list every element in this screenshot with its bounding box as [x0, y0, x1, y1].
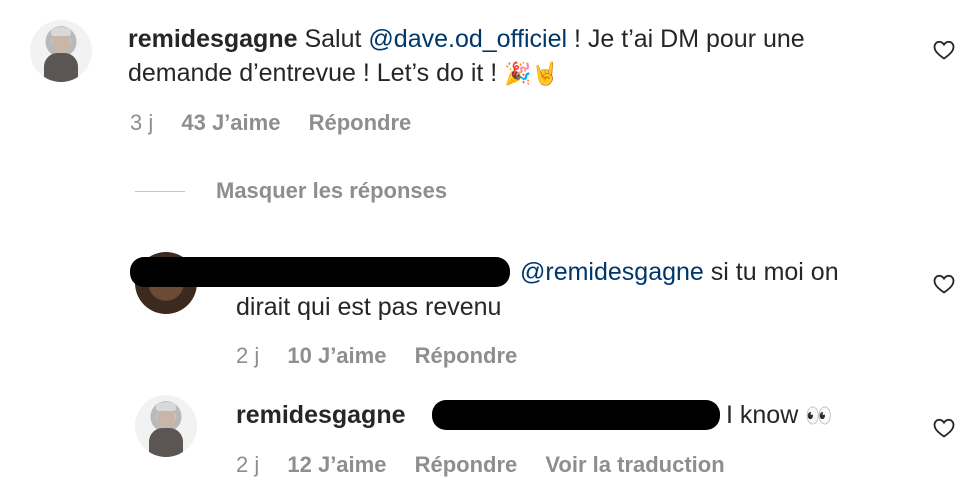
reply1-text-end: si tu moi on: [703, 258, 839, 286]
reply2-line-1: remidesgagne: [236, 398, 406, 432]
comment-username[interactable]: remidesgagne: [128, 25, 298, 53]
avatar[interactable]: [30, 20, 92, 82]
reply2-emoji: 👀: [805, 403, 833, 428]
redacted-mention: [432, 400, 720, 430]
reply2-username[interactable]: remidesgagne: [236, 401, 406, 429]
reply1-meta: 2 j 10 J’aime Répondre: [236, 343, 539, 369]
comment-line-1: remidesgagne Salut @dave.od_officiel ! J…: [128, 22, 805, 56]
comment-text-start: Salut: [304, 25, 369, 53]
redacted-username: [130, 257, 510, 287]
comment-mention[interactable]: @dave.od_officiel: [368, 25, 567, 53]
reply1-mention[interactable]: @remidesgagne: [520, 258, 704, 286]
comment-line-2: demande d’entrevue ! Let’s do it ! 🎉🤘: [128, 56, 559, 91]
comment-text-line2: demande d’entrevue ! Let’s do it !: [128, 59, 505, 87]
comment-meta: 3 j 43 J’aime Répondre: [130, 110, 433, 136]
heart-outline-icon[interactable]: [932, 416, 956, 440]
avatar[interactable]: [135, 395, 197, 457]
reply2-translate-button[interactable]: Voir la traduction: [545, 452, 724, 477]
reply2-text-wrap: I know 👀: [726, 398, 833, 433]
hide-replies-button[interactable]: Masquer les réponses: [216, 178, 447, 204]
reply1-line-2: dirait qui est pas revenu: [236, 290, 501, 324]
reply1-likes[interactable]: 10 J’aime: [287, 343, 386, 368]
reply2-reply-button[interactable]: Répondre: [415, 452, 518, 477]
replies-divider: [135, 191, 185, 192]
reply1-time[interactable]: 2 j: [236, 343, 259, 368]
heart-outline-icon[interactable]: [932, 38, 956, 62]
comment-emojis: 🎉🤘: [504, 61, 559, 86]
reply1-reply-button[interactable]: Répondre: [415, 343, 518, 368]
comment-likes[interactable]: 43 J’aime: [181, 110, 280, 135]
reply1-text-line2: dirait qui est pas revenu: [236, 293, 502, 321]
comment-time[interactable]: 3 j: [130, 110, 153, 135]
reply2-time[interactable]: 2 j: [236, 452, 259, 477]
comment-reply-button[interactable]: Répondre: [309, 110, 412, 135]
heart-outline-icon[interactable]: [932, 272, 956, 296]
reply1-line-1: @remidesgagne si tu moi on: [520, 255, 839, 289]
comment-text-end: ! Je t’ai DM pour une: [567, 25, 805, 53]
reply2-meta: 2 j 12 J’aime Répondre Voir la traductio…: [236, 452, 747, 478]
reply2-likes[interactable]: 12 J’aime: [287, 452, 386, 477]
reply2-text: I know: [726, 401, 806, 429]
